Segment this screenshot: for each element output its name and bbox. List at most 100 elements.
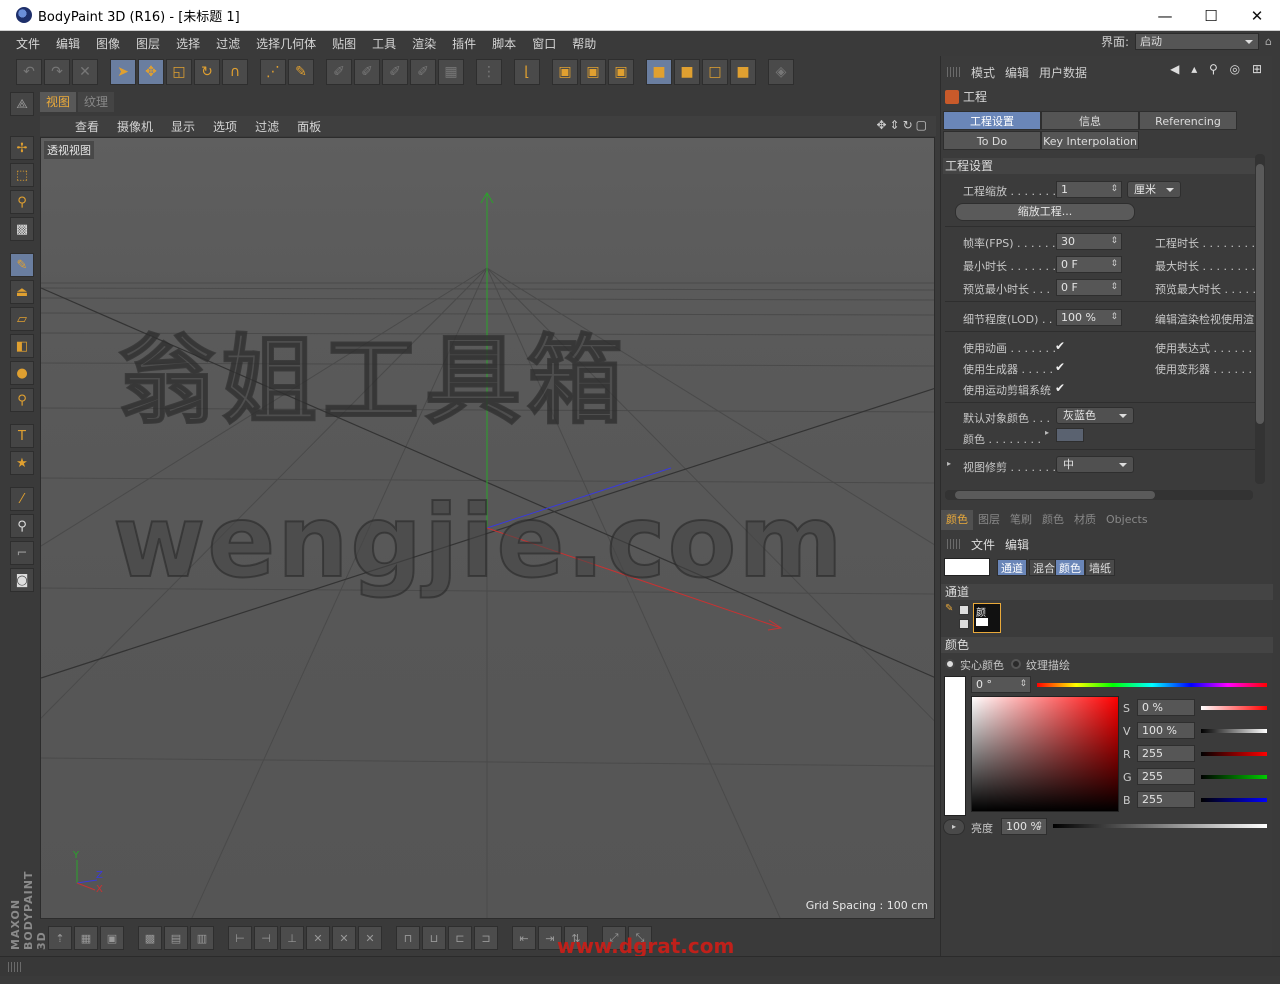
render-picture-icon[interactable]: ▣ [608, 59, 634, 85]
paint-3d-icon[interactable]: ✎ [288, 59, 314, 85]
channel-fg-icon[interactable] [959, 605, 969, 615]
v-slider[interactable] [1201, 729, 1267, 733]
viewport-menu-camera[interactable]: 摄像机 [108, 118, 162, 135]
eraser-icon[interactable]: ▱ [10, 307, 34, 331]
brightness-slider[interactable] [1053, 824, 1267, 828]
color-swatch[interactable] [1056, 428, 1084, 442]
am-menu-edit[interactable]: 编辑 [1005, 64, 1029, 81]
brush-uv-icon[interactable]: ✐ [354, 59, 380, 85]
r-field[interactable]: 255 [1137, 745, 1195, 762]
viewport-menu-filter[interactable]: 过滤 [246, 118, 288, 135]
maximize-button[interactable]: ☐ [1188, 0, 1234, 31]
perspective-viewport[interactable]: Y Z X 透视视图 Grid Spacing : 100 cm 翁姐工具箱 w… [40, 137, 935, 919]
tab-material[interactable]: 材质 [1069, 510, 1101, 530]
am-menu-userdata[interactable]: 用户数据 [1039, 64, 1087, 81]
tab-info[interactable]: 信息 [1041, 111, 1139, 130]
menu-image[interactable]: 图像 [88, 35, 128, 52]
layout-lock-icon[interactable]: ⌂ [1265, 35, 1272, 48]
uv-tool-4-icon[interactable]: ▩ [138, 926, 162, 950]
scale-project-button[interactable]: 缩放工程... [955, 203, 1135, 221]
tab-objects[interactable]: Objects [1101, 510, 1153, 530]
color-expand-icon[interactable]: ▸ [1045, 428, 1049, 437]
g-slider[interactable] [1201, 775, 1267, 779]
radio-solid-color[interactable] [945, 659, 955, 669]
am-horizontal-scrollbar[interactable] [945, 490, 1253, 500]
mode-channel[interactable]: 通道 [997, 559, 1027, 576]
scale-field[interactable]: 1 [1056, 181, 1122, 198]
tab-color[interactable]: 颜色 [941, 510, 973, 530]
channel-pen-icon[interactable]: ✎ [945, 603, 953, 614]
viewport-menu-panel[interactable]: 面板 [288, 118, 330, 135]
hue-slider[interactable] [1037, 683, 1267, 687]
viewport-menu-options[interactable]: 选项 [204, 118, 246, 135]
menu-file[interactable]: 文件 [8, 35, 48, 52]
transform-icon[interactable]: ⌐ [10, 541, 34, 565]
menu-select-geometry[interactable]: 选择几何体 [248, 35, 324, 52]
channel-bg-icon[interactable] [959, 619, 969, 629]
uv-tool-8-icon[interactable]: ⊣ [254, 926, 278, 950]
brush-projection-icon[interactable]: ✐ [326, 59, 352, 85]
layout-dropdown[interactable]: 启动 [1135, 33, 1260, 50]
am-nav-icons[interactable]: ◀ ▴ ⚲ ◎ ⊞ [1170, 62, 1266, 76]
s-field[interactable]: 0 % [1137, 699, 1195, 716]
min-time-field[interactable]: 0 F [1056, 256, 1122, 273]
tab-brush[interactable]: 笔刷 [1005, 510, 1037, 530]
am-vertical-scrollbar[interactable] [1255, 154, 1265, 484]
use-motion-checkbox[interactable]: ✔ [1055, 382, 1067, 394]
scale-tool-icon[interactable]: ◱ [166, 59, 192, 85]
menu-select[interactable]: 选择 [168, 35, 208, 52]
hue-field[interactable]: 0 ° [971, 676, 1031, 693]
v-field[interactable]: 100 % [1137, 722, 1195, 739]
am-menu-mode[interactable]: 模式 [971, 64, 995, 81]
axis-icon[interactable]: ⌊ [514, 59, 540, 85]
uv-tool-16-icon[interactable]: ⊐ [474, 926, 498, 950]
workplane-icon[interactable]: ◈ [768, 59, 794, 85]
view-clip-expand-icon[interactable]: ▸ [947, 459, 951, 468]
tab-project-settings[interactable]: 工程设置 [943, 111, 1041, 130]
cube-wire-icon[interactable]: ■ [674, 59, 700, 85]
tab-key-interpolation[interactable]: Key Interpolation [1041, 131, 1139, 150]
mode-wallpaper[interactable]: 墙纸 [1085, 559, 1115, 576]
scale-unit-dropdown[interactable]: 厘米 [1127, 181, 1181, 198]
rect-select-icon[interactable]: ⬚ [10, 163, 34, 187]
viewport-nav-icons[interactable]: ✥⇕↻▢ [876, 118, 930, 132]
move-icon[interactable]: ✢ [10, 136, 34, 160]
b-slider[interactable] [1201, 798, 1267, 802]
menu-layer[interactable]: 图层 [128, 35, 168, 52]
render-view-icon[interactable]: ▣ [552, 59, 578, 85]
menu-script[interactable]: 脚本 [484, 35, 524, 52]
view-clip-dropdown[interactable]: 中 [1056, 456, 1134, 473]
tab-layer[interactable]: 图层 [973, 510, 1005, 530]
uv-tool-17-icon[interactable]: ⇤ [512, 926, 536, 950]
brush-mask-icon[interactable]: ✐ [410, 59, 436, 85]
menu-help[interactable]: 帮助 [564, 35, 604, 52]
stamp-icon[interactable]: ⏏ [10, 280, 34, 304]
fps-field[interactable]: 30 [1056, 233, 1122, 250]
brush-icon[interactable]: ✎ [10, 253, 34, 277]
preview-min-field[interactable]: 0 F [1056, 279, 1122, 296]
text-icon[interactable]: T [10, 424, 34, 448]
b-field[interactable]: 255 [1137, 791, 1195, 808]
lod-field[interactable]: 100 % [1056, 309, 1122, 326]
brightness-field[interactable]: 100 % [1001, 818, 1047, 835]
paint-setup-icon[interactable]: ⋰ [260, 59, 286, 85]
uv-tool-13-icon[interactable]: ⊓ [396, 926, 420, 950]
tab-todo[interactable]: To Do [943, 131, 1041, 150]
uv-tool-15-icon[interactable]: ⊏ [448, 926, 472, 950]
color-menu-edit[interactable]: 编辑 [1005, 536, 1029, 553]
tab-color-2[interactable]: 颜色 [1037, 510, 1069, 530]
magnify-icon[interactable]: ⚲ [10, 514, 34, 538]
uv-tool-3-icon[interactable]: ▣ [100, 926, 124, 950]
menu-render[interactable]: 渲染 [404, 35, 444, 52]
uv-mesh-icon[interactable]: ⋮ [476, 59, 502, 85]
saturation-value-picker[interactable] [971, 696, 1119, 812]
cube-lines-icon[interactable]: □ [702, 59, 728, 85]
perspective-icon[interactable]: ⟁ [10, 92, 34, 116]
uv-tool-6-icon[interactable]: ▥ [190, 926, 214, 950]
drop-icon[interactable]: ● [10, 361, 34, 385]
move-tool-icon[interactable]: ✥ [138, 59, 164, 85]
mode-color[interactable]: 颜色 [1055, 559, 1085, 576]
menu-texture[interactable]: 贴图 [324, 35, 364, 52]
undo-icon[interactable]: ↶ [16, 59, 42, 85]
use-generator-checkbox[interactable]: ✔ [1055, 361, 1067, 373]
